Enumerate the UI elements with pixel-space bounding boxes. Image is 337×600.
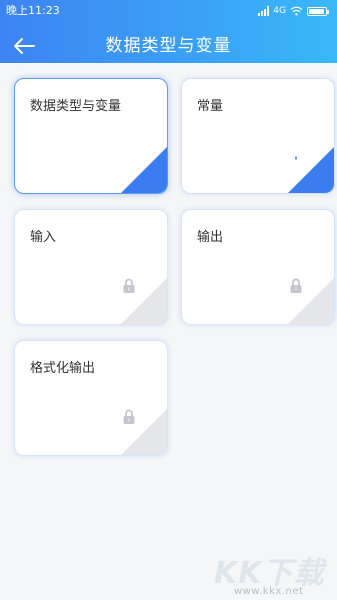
completed-badge xyxy=(121,147,167,193)
lesson-card-label: 输出 xyxy=(197,230,224,245)
lesson-card-label: 常量 xyxy=(197,99,224,114)
locked-badge xyxy=(288,278,334,324)
unlock-icon xyxy=(290,147,302,162)
lesson-card-constants[interactable]: 常量 xyxy=(181,78,335,194)
status-icons: 4G xyxy=(258,0,329,22)
app-header: 晚上11:23 4G 数据类型与变量 xyxy=(0,0,337,63)
page-title: 数据类型与变量 xyxy=(105,36,232,56)
wifi-icon xyxy=(290,6,303,16)
unlocked-badge xyxy=(288,147,334,193)
locked-badge xyxy=(121,409,167,455)
status-bar: 晚上11:23 4G xyxy=(0,0,337,22)
watermark-logo: KK下载 www.kkx.net xyxy=(214,548,334,598)
lesson-card-label: 格式化输出 xyxy=(30,361,96,376)
lesson-card-label: 数据类型与变量 xyxy=(30,99,122,114)
lesson-card-input[interactable]: 输入 xyxy=(14,209,168,325)
status-time: 晚上11:23 xyxy=(6,4,60,17)
lesson-card-formatted-output[interactable]: 格式化输出 xyxy=(14,340,168,456)
lesson-card-output[interactable]: 输出 xyxy=(181,209,335,325)
check-icon xyxy=(121,149,137,161)
network-type: 4G xyxy=(273,6,286,16)
locked-badge xyxy=(121,278,167,324)
signal-icon xyxy=(258,6,270,16)
lesson-card-label: 输入 xyxy=(30,230,57,245)
watermark-url: www.kkx.net xyxy=(234,586,304,597)
lock-icon xyxy=(290,278,302,293)
battery-icon xyxy=(307,6,329,16)
lock-icon xyxy=(123,409,135,424)
lesson-card-data-types[interactable]: 数据类型与变量 xyxy=(14,78,168,194)
lock-icon xyxy=(123,278,135,293)
